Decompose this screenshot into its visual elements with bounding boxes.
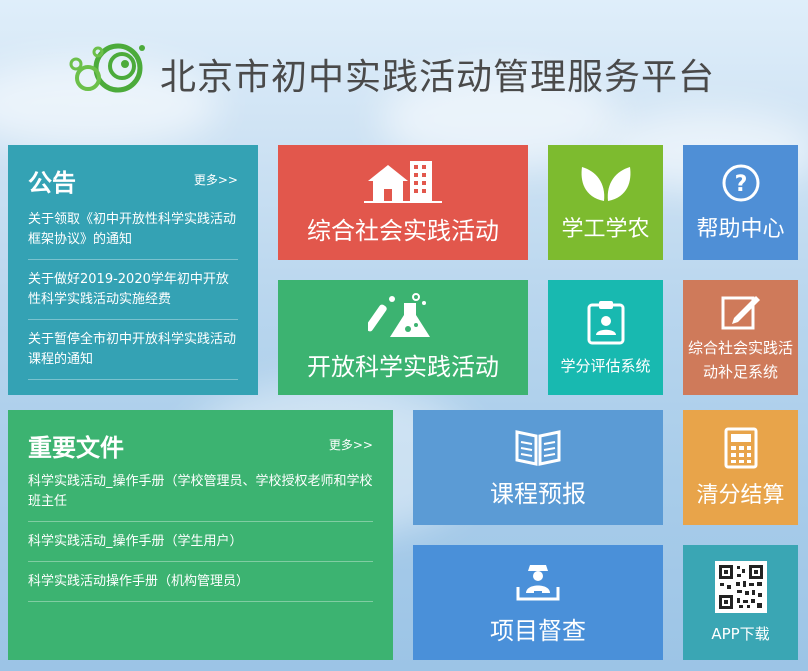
documents-panel-header: 重要文件 更多>> bbox=[28, 428, 373, 462]
notice-item[interactable]: 关于领取《初中开放性科学实践活动框架协议》的通知 bbox=[28, 200, 238, 260]
notice-panel-header: 公告 更多>> bbox=[28, 163, 238, 197]
tile-app-download-label: APP下载 bbox=[711, 625, 770, 643]
tile-clearing-settlement[interactable]: 清分结算 bbox=[683, 410, 798, 525]
tile-clearing-settlement-label: 清分结算 bbox=[696, 482, 785, 508]
calculator-icon bbox=[724, 427, 758, 469]
tile-course-forecast[interactable]: 课程预报 bbox=[413, 410, 663, 525]
notice-panel: 公告 更多>> 关于领取《初中开放性科学实践活动框架协议》的通知 关于做好201… bbox=[8, 145, 258, 395]
tile-project-supervision-label: 项目督查 bbox=[490, 617, 586, 645]
documents-more-link[interactable]: 更多>> bbox=[329, 436, 373, 453]
inspector-icon bbox=[514, 559, 562, 603]
tile-course-forecast-label: 课程预报 bbox=[490, 480, 586, 508]
svg-text:?: ? bbox=[734, 172, 747, 197]
documents-list: 科学实践活动_操作手册（学校管理员、学校授权老师和学校班主任 科学实践活动_操作… bbox=[28, 462, 373, 602]
notice-list: 关于领取《初中开放性科学实践活动框架协议》的通知 关于做好2019-2020学年… bbox=[28, 200, 238, 380]
tile-supplement-system[interactable]: 综合社会实践活动补足系统 bbox=[683, 280, 798, 395]
documents-panel-title: 重要文件 bbox=[28, 434, 124, 462]
site-header: 北京市初中实践活动管理服务平台 bbox=[0, 0, 808, 140]
notice-more-link[interactable]: 更多>> bbox=[194, 171, 238, 188]
document-item[interactable]: 科学实践活动_操作手册（学生用户） bbox=[28, 522, 373, 562]
tile-credit-evaluation[interactable]: 学分评估系统 bbox=[548, 280, 663, 395]
documents-panel: 重要文件 更多>> 科学实践活动_操作手册（学校管理员、学校授权老师和学校班主任… bbox=[8, 410, 393, 660]
tile-agri-industry-label: 学工学农 bbox=[561, 216, 650, 242]
buildings-icon bbox=[364, 159, 442, 203]
tile-supplement-system-label: 综合社会实践活动补足系统 bbox=[687, 338, 793, 381]
tile-open-science-label: 开放科学实践活动 bbox=[307, 353, 499, 381]
notice-item[interactable]: 关于暂停全市初中开放科学实践活动课程的通知 bbox=[28, 320, 238, 380]
tile-credit-evaluation-label: 学分评估系统 bbox=[560, 357, 651, 375]
tile-project-supervision[interactable]: 项目督查 bbox=[413, 545, 663, 660]
tile-help-center[interactable]: ? 帮助中心 bbox=[683, 145, 798, 260]
site-logo-icon[interactable] bbox=[68, 40, 150, 102]
leaves-icon bbox=[578, 163, 634, 203]
tile-open-science[interactable]: 开放科学实践活动 bbox=[278, 280, 528, 395]
tile-help-center-label: 帮助中心 bbox=[696, 216, 785, 242]
document-item[interactable]: 科学实践活动_操作手册（学校管理员、学校授权老师和学校班主任 bbox=[28, 462, 373, 522]
tile-social-practice[interactable]: 综合社会实践活动 bbox=[278, 145, 528, 260]
notice-item[interactable]: 关于做好2019-2020学年初中开放性科学实践活动实施经费 bbox=[28, 260, 238, 320]
edit-icon bbox=[720, 292, 762, 332]
book-icon bbox=[515, 426, 561, 466]
notice-panel-title: 公告 bbox=[28, 169, 76, 197]
tile-social-practice-label: 综合社会实践活动 bbox=[307, 217, 499, 245]
site-title: 北京市初中实践活动管理服务平台 bbox=[160, 57, 716, 98]
tile-app-download[interactable]: APP下载 bbox=[683, 545, 798, 660]
flask-icon bbox=[368, 293, 438, 341]
document-item[interactable]: 科学实践活动操作手册（机构管理员） bbox=[28, 562, 373, 602]
tile-agri-industry[interactable]: 学工学农 bbox=[548, 145, 663, 260]
qr-code-icon bbox=[714, 561, 767, 613]
clipboard-user-icon bbox=[586, 299, 626, 345]
question-icon: ? bbox=[721, 163, 761, 203]
